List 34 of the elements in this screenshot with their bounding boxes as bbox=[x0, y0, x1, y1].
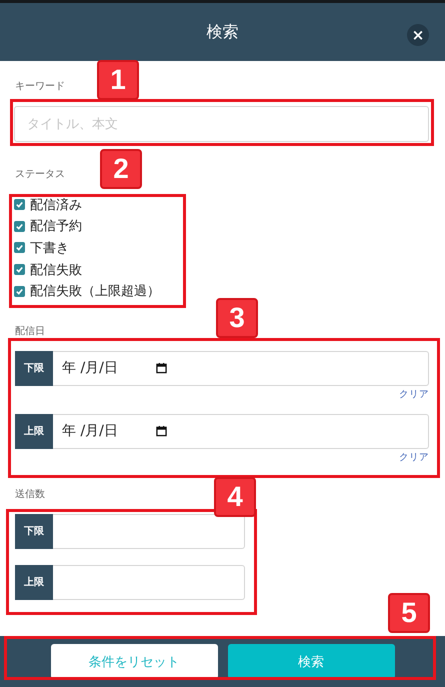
range-prefix-label: 下限 bbox=[15, 350, 53, 386]
checkbox[interactable] bbox=[14, 286, 25, 297]
checkbox[interactable] bbox=[14, 220, 25, 232]
checkbox-label: 配信予約 bbox=[30, 218, 82, 236]
range-prefix-label: 上限 bbox=[15, 414, 53, 449]
calendar-icon[interactable] bbox=[156, 425, 167, 438]
close-button[interactable]: × bbox=[407, 24, 429, 46]
checkbox[interactable] bbox=[14, 242, 25, 254]
annotation-number: 4 bbox=[214, 477, 256, 517]
calendar-icon[interactable] bbox=[156, 362, 167, 374]
clear-link[interactable]: クリア bbox=[399, 451, 429, 464]
keyword-input-field[interactable]: タイトル、本文 bbox=[14, 106, 429, 142]
checkbox-label: 配信失敗（上限超過） bbox=[30, 283, 160, 300]
annotation-number: 5 bbox=[388, 593, 430, 633]
field-label: 送信数 bbox=[15, 488, 45, 502]
field-label: キーワード bbox=[15, 80, 65, 94]
checkbox-label: 下書き bbox=[30, 240, 69, 257]
checkbox-label: 配信済み bbox=[30, 196, 82, 214]
number-input-field[interactable] bbox=[53, 514, 245, 549]
checkbox-label: 配信失敗 bbox=[30, 262, 82, 279]
date-input-field[interactable]: 年 /月/日 bbox=[53, 414, 429, 449]
checkbox[interactable] bbox=[14, 264, 25, 276]
modal-title: 検索 bbox=[206, 22, 238, 42]
annotation-number: 2 bbox=[100, 149, 142, 189]
range-prefix-label: 上限 bbox=[15, 564, 53, 600]
range-prefix-label: 下限 bbox=[15, 514, 53, 549]
field-label: ステータス bbox=[15, 168, 65, 182]
annotation-number: 3 bbox=[216, 298, 258, 338]
date-input-field[interactable]: 年 /月/日 bbox=[53, 350, 429, 386]
number-input-field[interactable] bbox=[53, 564, 245, 600]
clear-link[interactable]: クリア bbox=[399, 388, 429, 402]
field-label: 配信日 bbox=[15, 324, 45, 339]
checkbox[interactable] bbox=[14, 199, 25, 210]
annotation-number: 1 bbox=[97, 60, 139, 100]
